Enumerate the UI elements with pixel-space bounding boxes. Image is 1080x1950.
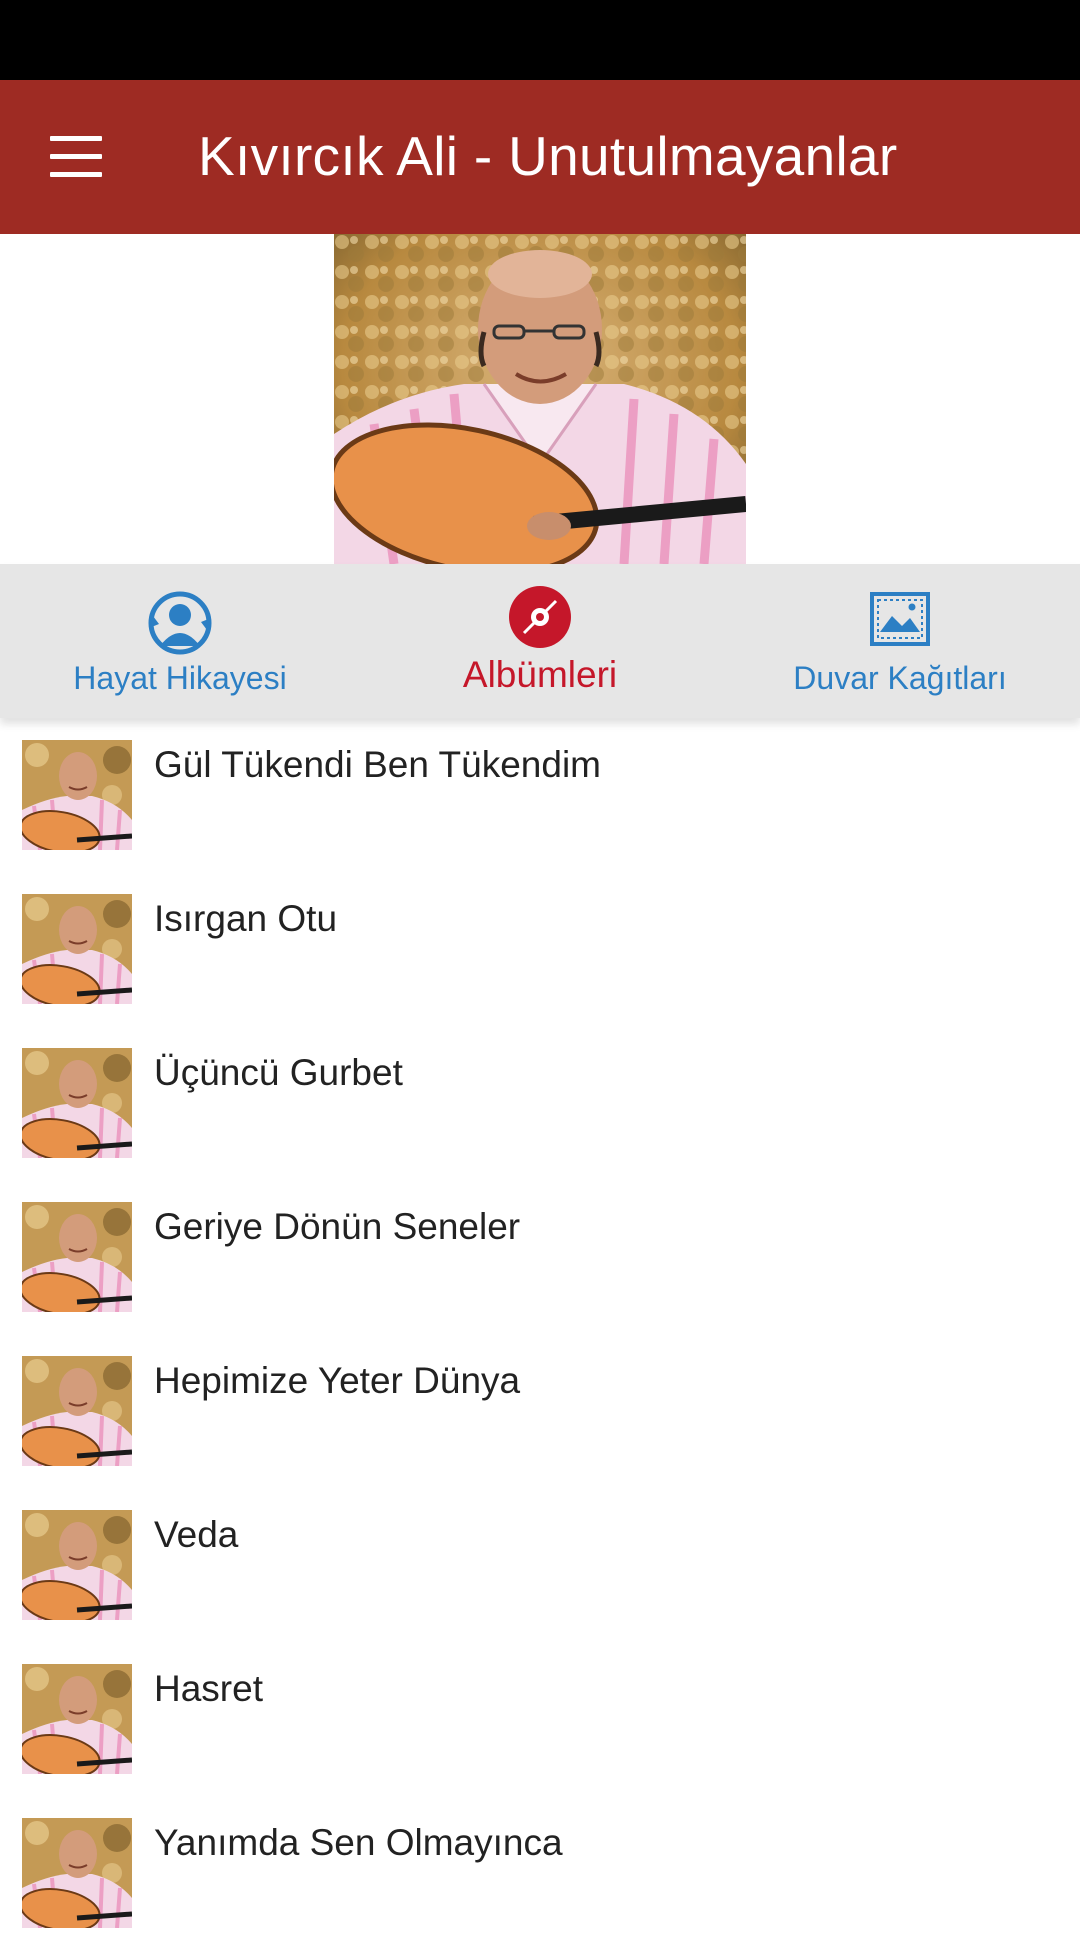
tab-label: Duvar Kağıtları [793, 660, 1007, 696]
person-sync-icon [148, 591, 212, 655]
song-thumbnail [22, 740, 132, 850]
song-thumbnail [22, 894, 132, 1004]
list-item[interactable]: Gül Tükendi Ben Tükendim [0, 718, 1080, 872]
song-title: Gül Tükendi Ben Tükendim [154, 744, 601, 785]
song-title: Hasret [154, 1668, 263, 1709]
list-item[interactable]: Veda [0, 1488, 1080, 1642]
song-title: Geriye Dönün Seneler [154, 1206, 521, 1247]
song-thumbnail [22, 1048, 132, 1158]
song-thumbnail [22, 1202, 132, 1312]
song-title: Veda [154, 1514, 239, 1555]
list-item[interactable]: Hasret [0, 1642, 1080, 1796]
status-bar [0, 0, 1080, 80]
list-item[interactable]: Hepimize Yeter Dünya [0, 1334, 1080, 1488]
list-item[interactable]: Yanımda Sen Olmayınca [0, 1796, 1080, 1950]
song-thumbnail [22, 1818, 132, 1928]
tab-label: Hayat Hikayesi [73, 660, 287, 696]
song-title: Üçüncü Gurbet [154, 1052, 403, 1093]
song-title: Isırgan Otu [154, 898, 338, 939]
app-bar: Kıvırcık Ali - Unutulmayanlar [0, 80, 1080, 234]
song-thumbnail [22, 1356, 132, 1466]
song-thumbnail [22, 1664, 132, 1774]
tab-hayat-hikayesi[interactable]: Hayat Hikayesi [40, 564, 320, 718]
hamburger-menu-icon[interactable] [44, 132, 108, 182]
song-title: Hepimize Yeter Dünya [154, 1360, 521, 1401]
wallpaper-icon [870, 592, 930, 646]
list-item[interactable]: Geriye Dönün Seneler [0, 1180, 1080, 1334]
list-item[interactable]: Isırgan Otu [0, 872, 1080, 1026]
tab-duvar-kagitlari[interactable]: Duvar Kağıtları [770, 564, 1030, 718]
app-title: Kıvırcık Ali - Unutulmayanlar [198, 125, 898, 187]
tab-label: Albümleri [462, 654, 618, 695]
tab-bar: Hayat Hikayesi Albümleri Duvar Kağıtları [0, 564, 1080, 718]
song-title: Yanımda Sen Olmayınca [154, 1822, 563, 1863]
artist-photo [334, 234, 746, 564]
disc-icon [509, 586, 571, 648]
song-thumbnail [22, 1510, 132, 1620]
tab-albumleri[interactable]: Albümleri [400, 564, 680, 718]
list-item[interactable]: Üçüncü Gurbet [0, 1026, 1080, 1180]
